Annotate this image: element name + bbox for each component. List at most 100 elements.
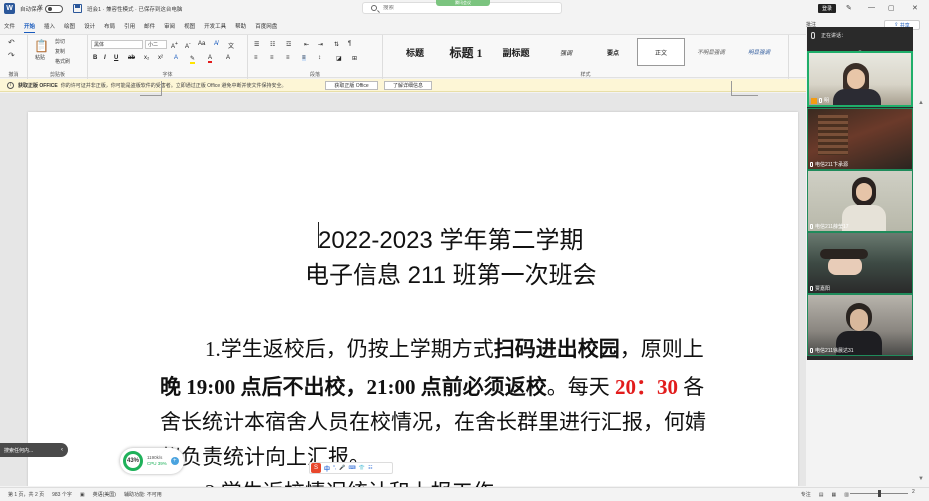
copy-button[interactable]: 复制 — [55, 48, 65, 55]
tab-view[interactable]: 视图 — [184, 21, 195, 31]
zoom-slider-thumb[interactable] — [878, 490, 881, 497]
participant-tile[interactable]: 贾嘉阳 — [807, 232, 913, 294]
cut-button[interactable]: 剪切 — [55, 38, 65, 45]
participant-tile[interactable]: 电信211徐晨达31 — [807, 294, 913, 356]
print-layout-icon[interactable]: ▦ — [832, 492, 837, 498]
pen-icon[interactable]: ✎ — [846, 4, 852, 12]
align-center-icon[interactable]: ≡ — [270, 55, 274, 61]
doc-paragraph-1-line-1[interactable]: 1.学生返校后，仍按上学期方式扫码进出校园，原则上 — [205, 333, 704, 363]
paste-icon[interactable]: 📋 — [34, 39, 49, 53]
change-case-icon[interactable]: Aa — [198, 41, 205, 47]
scroll-up-icon[interactable]: ▲ — [918, 100, 924, 106]
scroll-down-icon[interactable]: ▼ — [918, 476, 924, 482]
doc-title-line-2[interactable]: 电子信息 211 班第一次班会 — [305, 255, 597, 290]
tab-baidu-netdisk[interactable]: 百度网盘 — [255, 21, 277, 31]
toolbox-icon[interactable]: ☷ — [368, 465, 372, 471]
tab-references[interactable]: 引用 — [124, 21, 135, 31]
style-heading-1[interactable]: 标题 1 — [441, 38, 491, 66]
tab-design[interactable]: 设计 — [84, 21, 95, 31]
style-title[interactable]: 标题 — [387, 38, 443, 66]
numbering-icon[interactable]: ☷ — [270, 41, 275, 48]
language[interactable]: 英语(美国) — [93, 491, 116, 498]
shading-icon[interactable]: ◪ — [336, 55, 342, 62]
performance-widget[interactable]: 43% 1190k/s CPU 39% + — [120, 448, 184, 474]
shrink-font-icon[interactable]: A- — [185, 41, 191, 50]
sort-icon[interactable]: ⇅ — [334, 41, 339, 48]
tab-help[interactable]: 帮助 — [235, 21, 246, 31]
learn-more-button[interactable]: 了解详细信息 — [384, 81, 432, 90]
doc-paragraph-1-line-2[interactable]: 晚 19:00 点后不出校，21:00 点前必须返校。每天 20：30 各 — [160, 371, 704, 401]
redo-icon[interactable]: ↷ — [8, 51, 15, 60]
superscript-button[interactable]: x² — [158, 55, 163, 61]
char-shading-icon[interactable]: A — [226, 55, 230, 61]
zoom-level[interactable]: 2 — [912, 489, 915, 495]
voice-icon[interactable]: 🎤 — [339, 465, 345, 471]
ime-mode[interactable]: 中 — [324, 464, 330, 473]
meeting-chip[interactable]: 腾讯会议 — [436, 0, 490, 6]
tab-draw[interactable]: 绘图 — [64, 21, 75, 31]
clear-format-icon[interactable]: A̸ — [214, 41, 218, 47]
boost-icon[interactable]: + — [170, 457, 179, 465]
increase-indent-icon[interactable]: ⇥ — [318, 41, 323, 48]
assistant-pill[interactable]: 搜索任何内... ‹ — [0, 443, 68, 457]
login-button[interactable]: 登录 — [818, 4, 836, 13]
underline-button[interactable]: U — [114, 55, 118, 61]
style-subtle-emphasis[interactable]: 不明显强调 — [687, 38, 735, 66]
italic-button[interactable]: I — [104, 55, 106, 61]
style-normal[interactable]: 正文 — [637, 38, 685, 66]
close-icon[interactable]: ✕ — [912, 4, 918, 12]
tab-home[interactable]: 开始 — [24, 21, 36, 33]
word-count[interactable]: 983 个字 — [52, 491, 72, 498]
style-strong[interactable]: 要点 — [589, 38, 637, 66]
tab-developer[interactable]: 开发工具 — [204, 21, 226, 31]
line-spacing-icon[interactable]: ↕ — [318, 55, 321, 61]
strikethrough-button[interactable]: ab — [128, 55, 135, 61]
paste-label[interactable]: 粘贴 — [35, 54, 45, 61]
maximize-icon[interactable]: ▢ — [888, 4, 895, 12]
align-left-icon[interactable]: ≡ — [254, 55, 258, 61]
undo-icon[interactable]: ↶ — [8, 38, 15, 47]
justify-icon[interactable]: ≡ — [302, 55, 306, 61]
ime-toolbar[interactable]: S 中 °, 🎤 ⌨ 👕 ☷ — [309, 462, 393, 474]
focus-mode[interactable]: 专注 — [801, 491, 811, 498]
proofing-icon[interactable]: ▣ — [80, 492, 85, 498]
multilevel-list-icon[interactable]: ☲ — [286, 41, 291, 48]
participant-tile[interactable]: 电信211薛莹17 — [807, 170, 913, 232]
tab-mailings[interactable]: 邮件 — [144, 21, 155, 31]
show-marks-icon[interactable]: ¶ — [348, 41, 351, 47]
highlight-color-icon[interactable]: ✎ — [190, 55, 196, 64]
participant-tile[interactable]: 电信211卞承源 — [807, 108, 913, 170]
doc-paragraph-1-line-3[interactable]: 舍长统计本宿舍人员在校情况，在舍长群里进行汇报，何婧 — [160, 406, 706, 436]
subscript-button[interactable]: x₂ — [144, 55, 149, 61]
borders-icon[interactable]: ⊞ — [352, 55, 357, 62]
tab-layout[interactable]: 布局 — [104, 21, 115, 31]
autosave-toggle[interactable] — [45, 4, 64, 13]
minimize-icon[interactable]: — — [868, 4, 875, 11]
tab-insert[interactable]: 插入 — [44, 21, 55, 31]
style-emphasis[interactable]: 强调 — [543, 38, 589, 66]
keyboard-icon[interactable]: ⌨ — [349, 465, 356, 471]
tab-review[interactable]: 审阅 — [164, 21, 175, 31]
skin-icon[interactable]: 👕 — [359, 465, 365, 471]
text-effects-icon[interactable]: A — [174, 55, 178, 61]
page-count[interactable]: 第 1 页，共 2 页 — [8, 491, 44, 498]
font-size-box[interactable]: 小二 — [145, 40, 167, 49]
style-subtitle[interactable]: 副标题 — [491, 38, 541, 66]
chevron-left-icon[interactable]: ‹ — [61, 447, 63, 453]
get-genuine-office-button[interactable]: 获取正版 Office — [325, 81, 378, 90]
bullets-icon[interactable]: ☰ — [254, 41, 259, 48]
tab-file[interactable]: 文件 — [4, 21, 15, 31]
phonetic-icon[interactable]: 文 — [228, 41, 234, 50]
font-color-icon[interactable]: A — [208, 55, 213, 63]
decrease-indent-icon[interactable]: ⇤ — [304, 41, 309, 48]
doc-title-line-1[interactable]: 2022-2023 学年第二学期 — [318, 220, 583, 255]
format-painter-button[interactable]: 格式刷 — [55, 58, 70, 65]
read-mode-icon[interactable]: ▤ — [819, 492, 824, 498]
font-family-box[interactable]: 黑体 — [91, 40, 143, 49]
accessibility-status[interactable]: 辅助功能: 不可用 — [124, 491, 162, 498]
participant-tile[interactable]: 明 — [807, 51, 913, 107]
style-intense-emphasis[interactable]: 明显强调 — [735, 38, 783, 66]
grow-font-icon[interactable]: A+ — [171, 41, 178, 50]
punctuation-icon[interactable]: °, — [333, 465, 336, 471]
web-layout-icon[interactable]: ▥ — [844, 492, 849, 498]
